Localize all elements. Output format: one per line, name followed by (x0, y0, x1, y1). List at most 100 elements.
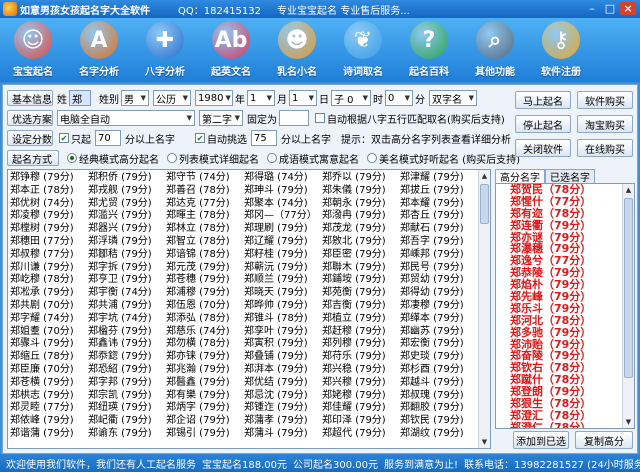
name-cell[interactable]: 郑慈乐 (74分) (166, 326, 242, 339)
name-cell[interactable]: 郑苍横 (79分) (10, 377, 86, 390)
tab-high-score[interactable]: 高分名字 (495, 169, 545, 184)
scroll-up-icon[interactable]: ▲ (479, 170, 490, 182)
day-select[interactable]: 1 ▼ (289, 90, 317, 106)
mode-radio-1[interactable] (167, 153, 177, 163)
maximize-button[interactable]: □ (602, 2, 618, 15)
name-cell[interactable]: 郑钦民 (79分) (400, 415, 476, 428)
mode-radio-2[interactable] (267, 153, 277, 163)
name-cell[interactable]: 郑鋪垵 (79分) (322, 274, 398, 287)
name-cell[interactable]: 郑苻乐 (79分) (322, 351, 398, 364)
name-cell[interactable]: 郑姥穆 (79分) (322, 390, 398, 403)
name-cell[interactable]: 郑缩丘 (78分) (10, 351, 86, 364)
name-cell[interactable]: 郑暉主 (78分) (166, 210, 242, 223)
name-cell[interactable]: 郑伍恩 (70分) (166, 300, 242, 313)
name-cell[interactable]: 郑字邦 (79分) (88, 377, 164, 390)
name-cell[interactable]: 郑敫北 (79分) (322, 236, 398, 249)
name-cell[interactable]: 郑乔以 (79分) (322, 172, 398, 185)
name-cell[interactable]: 郑本耀 (79分) (400, 198, 476, 211)
name-cell[interactable]: 郑栱志 (79分) (10, 390, 86, 403)
toolbar-item-4[interactable]: ☻ 乳名小名 (264, 18, 330, 82)
name-cell[interactable]: 郑聯木 (79分) (322, 262, 398, 275)
minute-select[interactable]: 0 ▼ (385, 90, 413, 106)
name-cell[interactable]: 郑谙锦 (78分) (166, 249, 242, 262)
surname-input[interactable]: 郑 (69, 90, 91, 106)
minimize-button[interactable]: – (584, 2, 600, 15)
high-score-item[interactable]: 郑惺什（77分） (496, 195, 634, 208)
name-cell[interactable]: 郑植立 (79分) (322, 313, 398, 326)
name-cell[interactable]: 郑潑冉 (79分) (322, 210, 398, 223)
name-cell[interactable]: 郑忌沈 (79分) (244, 390, 320, 403)
auto-score-input[interactable]: 75 (251, 130, 277, 146)
name-cell[interactable]: 郑忝鍃 (79分) (88, 351, 164, 364)
name-cell[interactable]: 郑灵睦 (77分) (10, 402, 86, 415)
name-cell[interactable]: 郑亦铼 (79分) (166, 351, 242, 364)
name-cell[interactable]: 郑兆瀚 (79分) (166, 364, 242, 377)
name-cell[interactable]: 郑侬峰 (79分) (10, 415, 86, 428)
name-cell[interactable]: 郑幽苏 (79分) (400, 326, 476, 339)
plan-select[interactable]: 电脑全自动 ▼ (57, 110, 195, 126)
name-cell[interactable]: 郑川谦 (79分) (10, 262, 86, 275)
name-cell[interactable]: 郑杏丘 (79分) (400, 210, 476, 223)
name-cell[interactable]: 郑顺兰 (79分) (244, 274, 320, 287)
name-cell[interactable]: 郑谐蒲 (79分) (10, 428, 86, 441)
name-cell[interactable]: 郑臣密 (79分) (322, 249, 398, 262)
name-cell[interactable]: 郑叠铺 (79分) (244, 351, 320, 364)
name-cell[interactable]: 郑字耀 (74分) (10, 313, 86, 326)
name-cell[interactable]: 郑越斗 (79分) (400, 377, 476, 390)
name-cell[interactable]: 郑聚本 (74分) (244, 198, 320, 211)
name-cell[interactable]: 郑恐紹 (79分) (88, 364, 164, 377)
name-cell[interactable]: 郑智立 (78分) (166, 236, 242, 249)
name-cell[interactable]: 郑穗田 (77分) (10, 236, 86, 249)
name-cell[interactable]: 郑守节 (74分) (166, 172, 242, 185)
name-cell[interactable]: 郑姐耋 (70分) (10, 326, 86, 339)
name-cell[interactable]: 郑凄穆 (79分) (400, 300, 476, 313)
high-score-item[interactable]: 郑河北（78分） (496, 314, 634, 327)
name-cell[interactable]: 郑翻胶 (79分) (400, 402, 476, 415)
name-cell[interactable]: 郑嵊邦 (79分) (400, 249, 476, 262)
name-cell[interactable]: 郑锥斗 (78分) (244, 313, 320, 326)
word-count-select[interactable]: 双字名 ▼ (429, 90, 477, 106)
naming-mode-button[interactable]: 起名方式 (7, 150, 59, 166)
name-cell[interactable]: 郑浦穆 (79分) (166, 287, 242, 300)
name-cell[interactable]: 郑佳耀 (79分) (322, 402, 398, 415)
name-cell[interactable]: 郑吉衡 (79分) (322, 300, 398, 313)
name-cell[interactable]: 郑宇衡 (74分) (88, 287, 164, 300)
toolbar-item-5[interactable]: ❦ 诗词取名 (330, 18, 396, 82)
name-cell[interactable]: 郑宗凯 (79分) (88, 390, 164, 403)
name-cell[interactable]: 郑添弘 (78分) (166, 313, 242, 326)
name-cell[interactable]: 郑辽耀 (79分) (244, 236, 320, 249)
only-score-input[interactable]: 70 (95, 130, 121, 146)
name-cell[interactable]: 郑字拆 (79分) (88, 262, 164, 275)
name-cell[interactable]: 郑凌穆 (79分) (10, 210, 86, 223)
toolbar-item-7[interactable]: ⌕ 其他功能 (462, 18, 528, 82)
name-cell[interactable]: 郑有樂 (79分) (166, 390, 242, 403)
high-score-item[interactable]: 郑乐斗（79分） (496, 303, 634, 315)
name-cell[interactable]: 郑炳字 (79分) (166, 402, 242, 415)
name-cell[interactable]: 郑蒲斗 (79分) (244, 428, 320, 441)
name-cell[interactable]: 郑优树 (74分) (10, 198, 86, 211)
name-cell[interactable]: 郑理刷 (79分) (244, 223, 320, 236)
toolbar-item-8[interactable]: ⚷ 软件注册 (528, 18, 594, 82)
name-cell[interactable]: 郑宇坑 (74分) (88, 313, 164, 326)
name-cell[interactable]: 郑珅斗 (79分) (244, 185, 320, 198)
buy-software-button[interactable]: 软件购买 (577, 91, 633, 109)
name-cell[interactable]: 郑兴稳 (79分) (322, 364, 398, 377)
taobao-buy-button[interactable]: 淘宝购买 (577, 115, 633, 133)
name-cell[interactable]: 郑屺衢 (79分) (88, 415, 164, 428)
position-select[interactable]: 第二字 ▼ (199, 110, 243, 126)
name-cell[interactable]: 郑兴穆 (79分) (322, 377, 398, 390)
name-cell[interactable]: 郑凇承 (79分) (10, 287, 86, 300)
name-cell[interactable]: 郑寅积 (79分) (244, 338, 320, 351)
name-cell[interactable]: 郑积侨 (79分) (88, 172, 164, 185)
close-software-button[interactable]: 关闭软件 (515, 139, 571, 157)
name-cell[interactable]: 郑缂本 (79分) (400, 313, 476, 326)
auto-pick-checkbox[interactable]: ✔ (195, 133, 205, 143)
name-cell[interactable]: 郑樘树 (79分) (10, 223, 86, 236)
name-cell[interactable]: 郑朝永 (79分) (322, 198, 398, 211)
name-cell[interactable]: 郑楹芬 (79分) (88, 326, 164, 339)
name-cell[interactable]: 郑善召 (78分) (166, 185, 242, 198)
mode-radio-3[interactable] (367, 153, 377, 163)
name-cell[interactable]: 郑得幼 (79分) (400, 287, 476, 300)
name-cell[interactable]: 郑元茂 (79分) (166, 262, 242, 275)
add-to-selected-button[interactable]: 添加到已选 (513, 431, 569, 449)
